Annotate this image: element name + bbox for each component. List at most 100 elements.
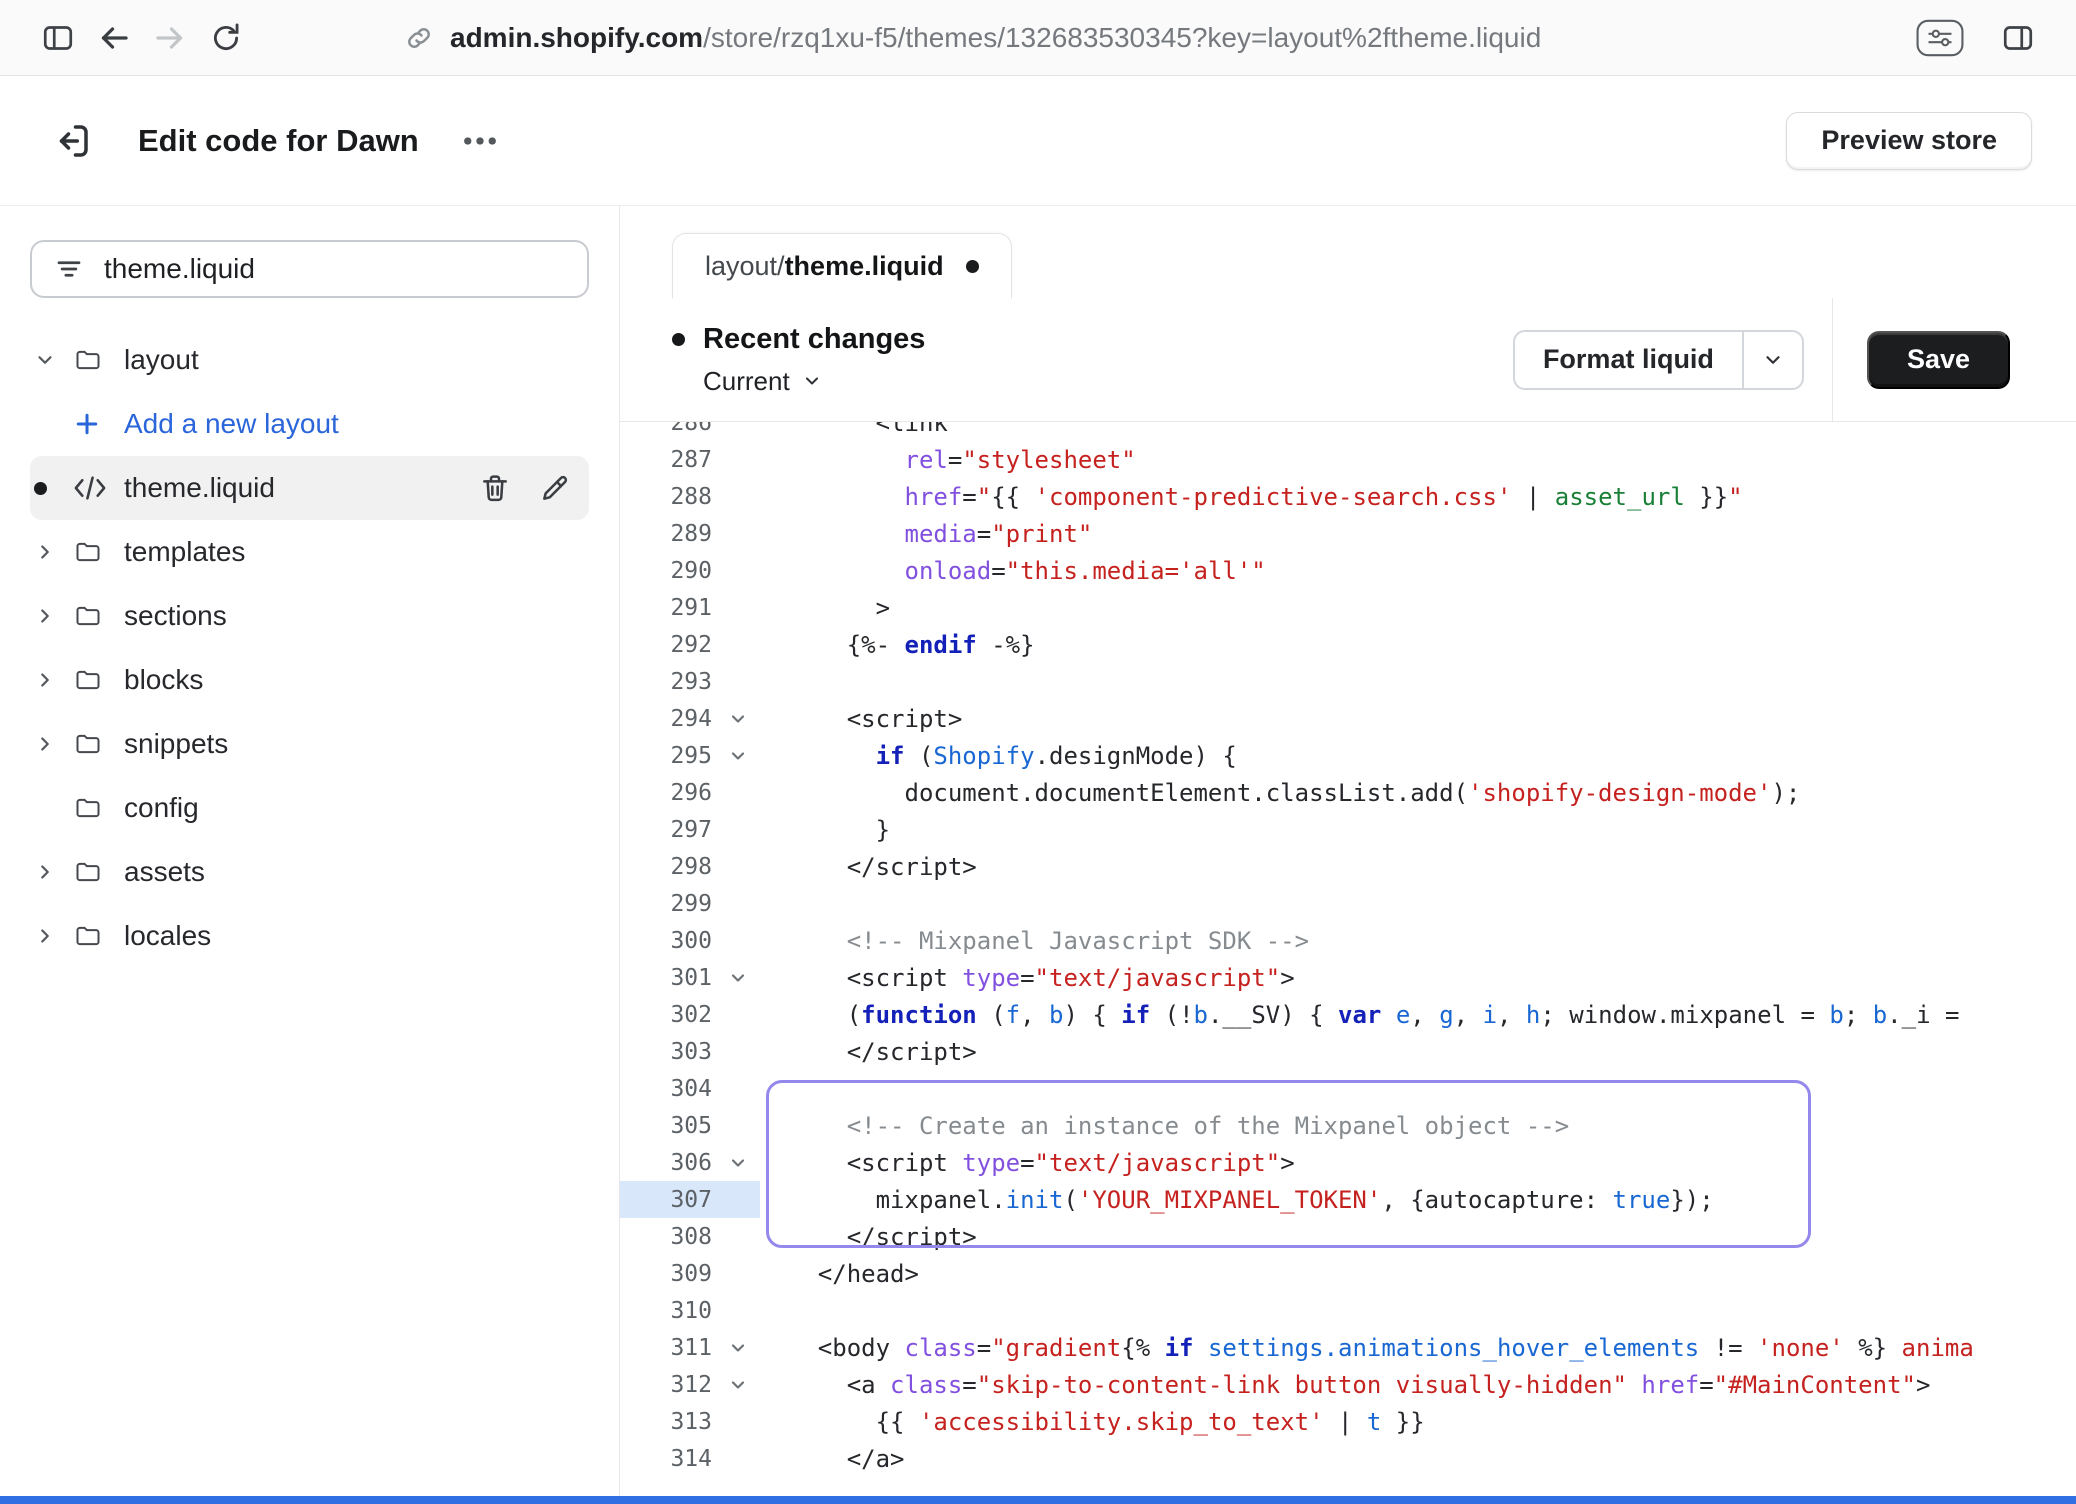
code-text[interactable]: (function (f, b) { if (!b.__SV) { var e,… <box>760 1001 2076 1029</box>
code-text[interactable]: <!-- Mixpanel Javascript SDK --> <box>760 927 2076 955</box>
url-text: admin.shopify.com/store/rzq1xu-f5/themes… <box>450 22 1541 54</box>
tree-icon-cell <box>72 794 124 822</box>
fold-spacer <box>716 811 760 848</box>
gutter-289[interactable]: 289 <box>620 515 760 552</box>
code-text[interactable]: <body class="gradient{% if settings.anim… <box>760 1334 2076 1362</box>
folder-item-layout[interactable]: layout <box>30 328 589 392</box>
code-text[interactable]: {%- endif -%} <box>760 631 2076 659</box>
code-line-301: 301 <script type="text/javascript"> <box>620 959 2076 996</box>
forward-icon[interactable] <box>142 10 198 66</box>
gutter-295[interactable]: 295 <box>620 737 760 774</box>
tab-layout-theme-liquid[interactable]: layout/theme.liquid <box>672 233 1012 299</box>
fold-chevron-icon[interactable] <box>716 737 760 774</box>
fold-chevron-icon[interactable] <box>716 959 760 996</box>
save-button[interactable]: Save <box>1867 331 2010 389</box>
code-text[interactable]: mixpanel.init('YOUR_MIXPANEL_TOKEN', {au… <box>760 1186 2076 1214</box>
code-text[interactable]: {{ 'accessibility.skip_to_text' | t }} <box>760 1408 2076 1436</box>
gutter-305[interactable]: 305 <box>620 1107 760 1144</box>
code-text[interactable]: > <box>760 594 2076 622</box>
gutter-291[interactable]: 291 <box>620 589 760 626</box>
more-actions-button[interactable] <box>459 120 501 162</box>
fold-chevron-icon[interactable] <box>716 700 760 737</box>
gutter-311[interactable]: 311 <box>620 1329 760 1366</box>
code-text[interactable]: </script> <box>760 1038 2076 1066</box>
code-text[interactable]: </a> <box>760 1445 2076 1473</box>
folder-item-snippets[interactable]: snippets <box>30 712 589 776</box>
gutter-306[interactable]: 306 <box>620 1144 760 1181</box>
gutter-307[interactable]: 307 <box>620 1181 760 1218</box>
gutter-294[interactable]: 294 <box>620 700 760 737</box>
reload-icon[interactable] <box>198 10 254 66</box>
gutter-309[interactable]: 309 <box>620 1255 760 1292</box>
gutter-314[interactable]: 314 <box>620 1440 760 1477</box>
folder-item-config[interactable]: config <box>30 776 589 840</box>
gutter-310[interactable]: 310 <box>620 1292 760 1329</box>
tree-item-label: locales <box>124 920 211 952</box>
version-selector[interactable]: Current <box>672 366 925 397</box>
extensions-icon[interactable] <box>1916 19 1964 57</box>
gutter-301[interactable]: 301 <box>620 959 760 996</box>
folder-item-assets[interactable]: assets <box>30 840 589 904</box>
gutter-288[interactable]: 288 <box>620 478 760 515</box>
gutter-313[interactable]: 313 <box>620 1403 760 1440</box>
gutter-312[interactable]: 312 <box>620 1366 760 1403</box>
code-text[interactable]: </script> <box>760 853 2076 881</box>
code-text[interactable]: <!-- Create an instance of the Mixpanel … <box>760 1112 2076 1140</box>
gutter-290[interactable]: 290 <box>620 552 760 589</box>
add-new-layout-button[interactable]: Add a new layout <box>30 392 589 456</box>
folder-item-locales[interactable]: locales <box>30 904 589 968</box>
folder-icon <box>72 666 104 694</box>
fold-chevron-icon[interactable] <box>716 1329 760 1366</box>
fold-chevron-icon[interactable] <box>716 1366 760 1403</box>
file-filter-input[interactable]: theme.liquid <box>30 240 589 298</box>
gutter-298[interactable]: 298 <box>620 848 760 885</box>
gutter-286[interactable]: 286 <box>620 422 760 441</box>
code-text[interactable]: onload="this.media='all'" <box>760 557 2076 585</box>
address-bar[interactable]: admin.shopify.com/store/rzq1xu-f5/themes… <box>404 22 1541 54</box>
gutter-300[interactable]: 300 <box>620 922 760 959</box>
format-liquid-button[interactable]: Format liquid <box>1513 330 1804 390</box>
code-text[interactable]: <script type="text/javascript"> <box>760 964 2076 992</box>
code-text[interactable]: media="print" <box>760 520 2076 548</box>
code-text[interactable]: <link <box>760 422 2076 437</box>
preview-store-button[interactable]: Preview store <box>1786 112 2032 170</box>
line-number: 292 <box>620 632 716 658</box>
code-text[interactable]: </head> <box>760 1260 2076 1288</box>
gutter-299[interactable]: 299 <box>620 885 760 922</box>
gutter-287[interactable]: 287 <box>620 441 760 478</box>
code-text[interactable]: <a class="skip-to-content-link button vi… <box>760 1371 2076 1399</box>
back-icon[interactable] <box>86 10 142 66</box>
fold-spacer <box>716 1070 760 1107</box>
code-text[interactable]: if (Shopify.designMode) { <box>760 742 2076 770</box>
gutter-296[interactable]: 296 <box>620 774 760 811</box>
rename-file-button[interactable] <box>539 472 571 504</box>
split-view-icon[interactable] <box>1990 10 2046 66</box>
code-text[interactable]: document.documentElement.classList.add('… <box>760 779 2076 807</box>
gutter-297[interactable]: 297 <box>620 811 760 848</box>
gutter-303[interactable]: 303 <box>620 1033 760 1070</box>
code-text[interactable]: <script type="text/javascript"> <box>760 1149 2076 1177</box>
folder-item-blocks[interactable]: blocks <box>30 648 589 712</box>
tree-item-label: assets <box>124 856 205 888</box>
code-text[interactable]: </script> <box>760 1223 2076 1251</box>
delete-file-button[interactable] <box>479 472 511 504</box>
fold-chevron-icon[interactable] <box>716 1144 760 1181</box>
code-area[interactable]: 286 <link287 rel="stylesheet"288 href="{… <box>620 422 2076 1504</box>
gutter-292[interactable]: 292 <box>620 626 760 663</box>
sidebar-toggle-icon[interactable] <box>30 10 86 66</box>
code-text[interactable]: <script> <box>760 705 2076 733</box>
code-text[interactable]: } <box>760 816 2076 844</box>
gutter-308[interactable]: 308 <box>620 1218 760 1255</box>
file-item-theme-liquid[interactable]: theme.liquid <box>30 456 589 520</box>
gutter-302[interactable]: 302 <box>620 996 760 1033</box>
code-text[interactable]: rel="stylesheet" <box>760 446 2076 474</box>
gutter-304[interactable]: 304 <box>620 1070 760 1107</box>
folder-item-templates[interactable]: templates <box>30 520 589 584</box>
exit-icon[interactable] <box>44 113 100 169</box>
unsaved-indicator-dot <box>34 482 47 495</box>
chevron-down-icon[interactable] <box>1744 332 1802 388</box>
gutter-293[interactable]: 293 <box>620 663 760 700</box>
tree-icon-cell <box>72 602 124 630</box>
folder-item-sections[interactable]: sections <box>30 584 589 648</box>
code-text[interactable]: href="{{ 'component-predictive-search.cs… <box>760 483 2076 511</box>
